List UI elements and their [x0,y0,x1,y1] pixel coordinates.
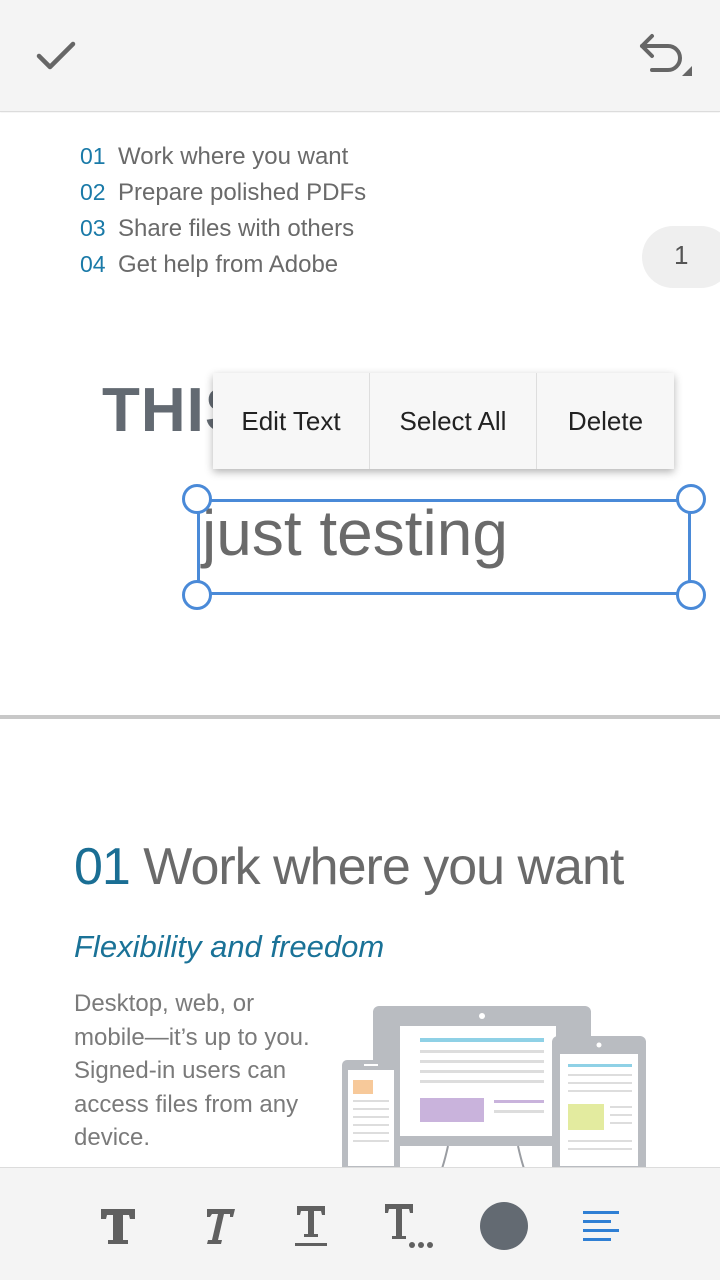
toc-label: Work where you want [118,143,349,170]
page-number: 1 [674,240,689,270]
toc-label: Share files with others [118,215,355,242]
edit-text-button[interactable]: Edit Text [213,373,370,469]
check-icon[interactable] [20,20,92,92]
body-line: access files from any [74,1090,299,1118]
toc-label: Prepare polished PDFs [118,179,367,206]
top-toolbar [0,0,720,112]
pdf-page-1: 01 Work where you want 02 Prepare polish… [0,113,720,716]
section-title: 01 Work where you want [74,837,624,897]
body-line: mobile—it’s up to you. [74,1023,310,1051]
toc-number: 04 [80,251,106,277]
delete-button[interactable]: Delete [537,373,674,469]
select-all-button[interactable]: Select All [370,373,537,469]
pdf-page-2: 01 Work where you want Flexibility and f… [0,719,720,1167]
section-title-text: Work where you want [143,838,624,896]
resize-handle-top-left[interactable] [182,484,212,514]
underline-text-icon[interactable] [283,1198,339,1254]
section-number: 01 [74,838,131,896]
toc-item[interactable]: 03 Share files with others [80,215,366,251]
align-left-icon[interactable] [573,1198,629,1254]
section-body: Desktop, web, or mobile—it’s up to you. … [74,987,334,1155]
toc-item[interactable]: 04 Get help from Adobe [80,251,366,287]
page-number-badge: 1 [642,226,720,288]
toc-label: Get help from Adobe [118,251,339,278]
text-format-toolbar [0,1167,720,1280]
resize-handle-bottom-right[interactable] [676,580,706,610]
selected-text[interactable]: just testing [202,496,508,570]
body-line: Signed-in users can [74,1057,287,1084]
body-line: Desktop, web, or [74,990,255,1017]
more-text-styles-icon[interactable] [380,1198,436,1254]
toc-item[interactable]: 01 Work where you want [80,143,366,179]
undo-icon[interactable] [628,20,700,92]
devices-illustration [342,1006,646,1167]
context-menu: Edit Text Select All Delete [213,373,674,469]
resize-handle-bottom-left[interactable] [182,580,212,610]
resize-handle-top-right[interactable] [676,484,706,514]
italic-text-icon[interactable] [189,1198,245,1254]
toc-number: 02 [80,179,106,205]
bold-text-icon[interactable] [90,1198,146,1254]
toc-item[interactable]: 02 Prepare polished PDFs [80,179,366,215]
color-swatch-icon[interactable] [476,1198,532,1254]
table-of-contents: 01 Work where you want 02 Prepare polish… [80,143,366,287]
toc-number: 03 [80,215,106,241]
toc-number: 01 [80,143,106,169]
body-line: device. [74,1124,151,1151]
section-subtitle: Flexibility and freedom [74,929,385,964]
